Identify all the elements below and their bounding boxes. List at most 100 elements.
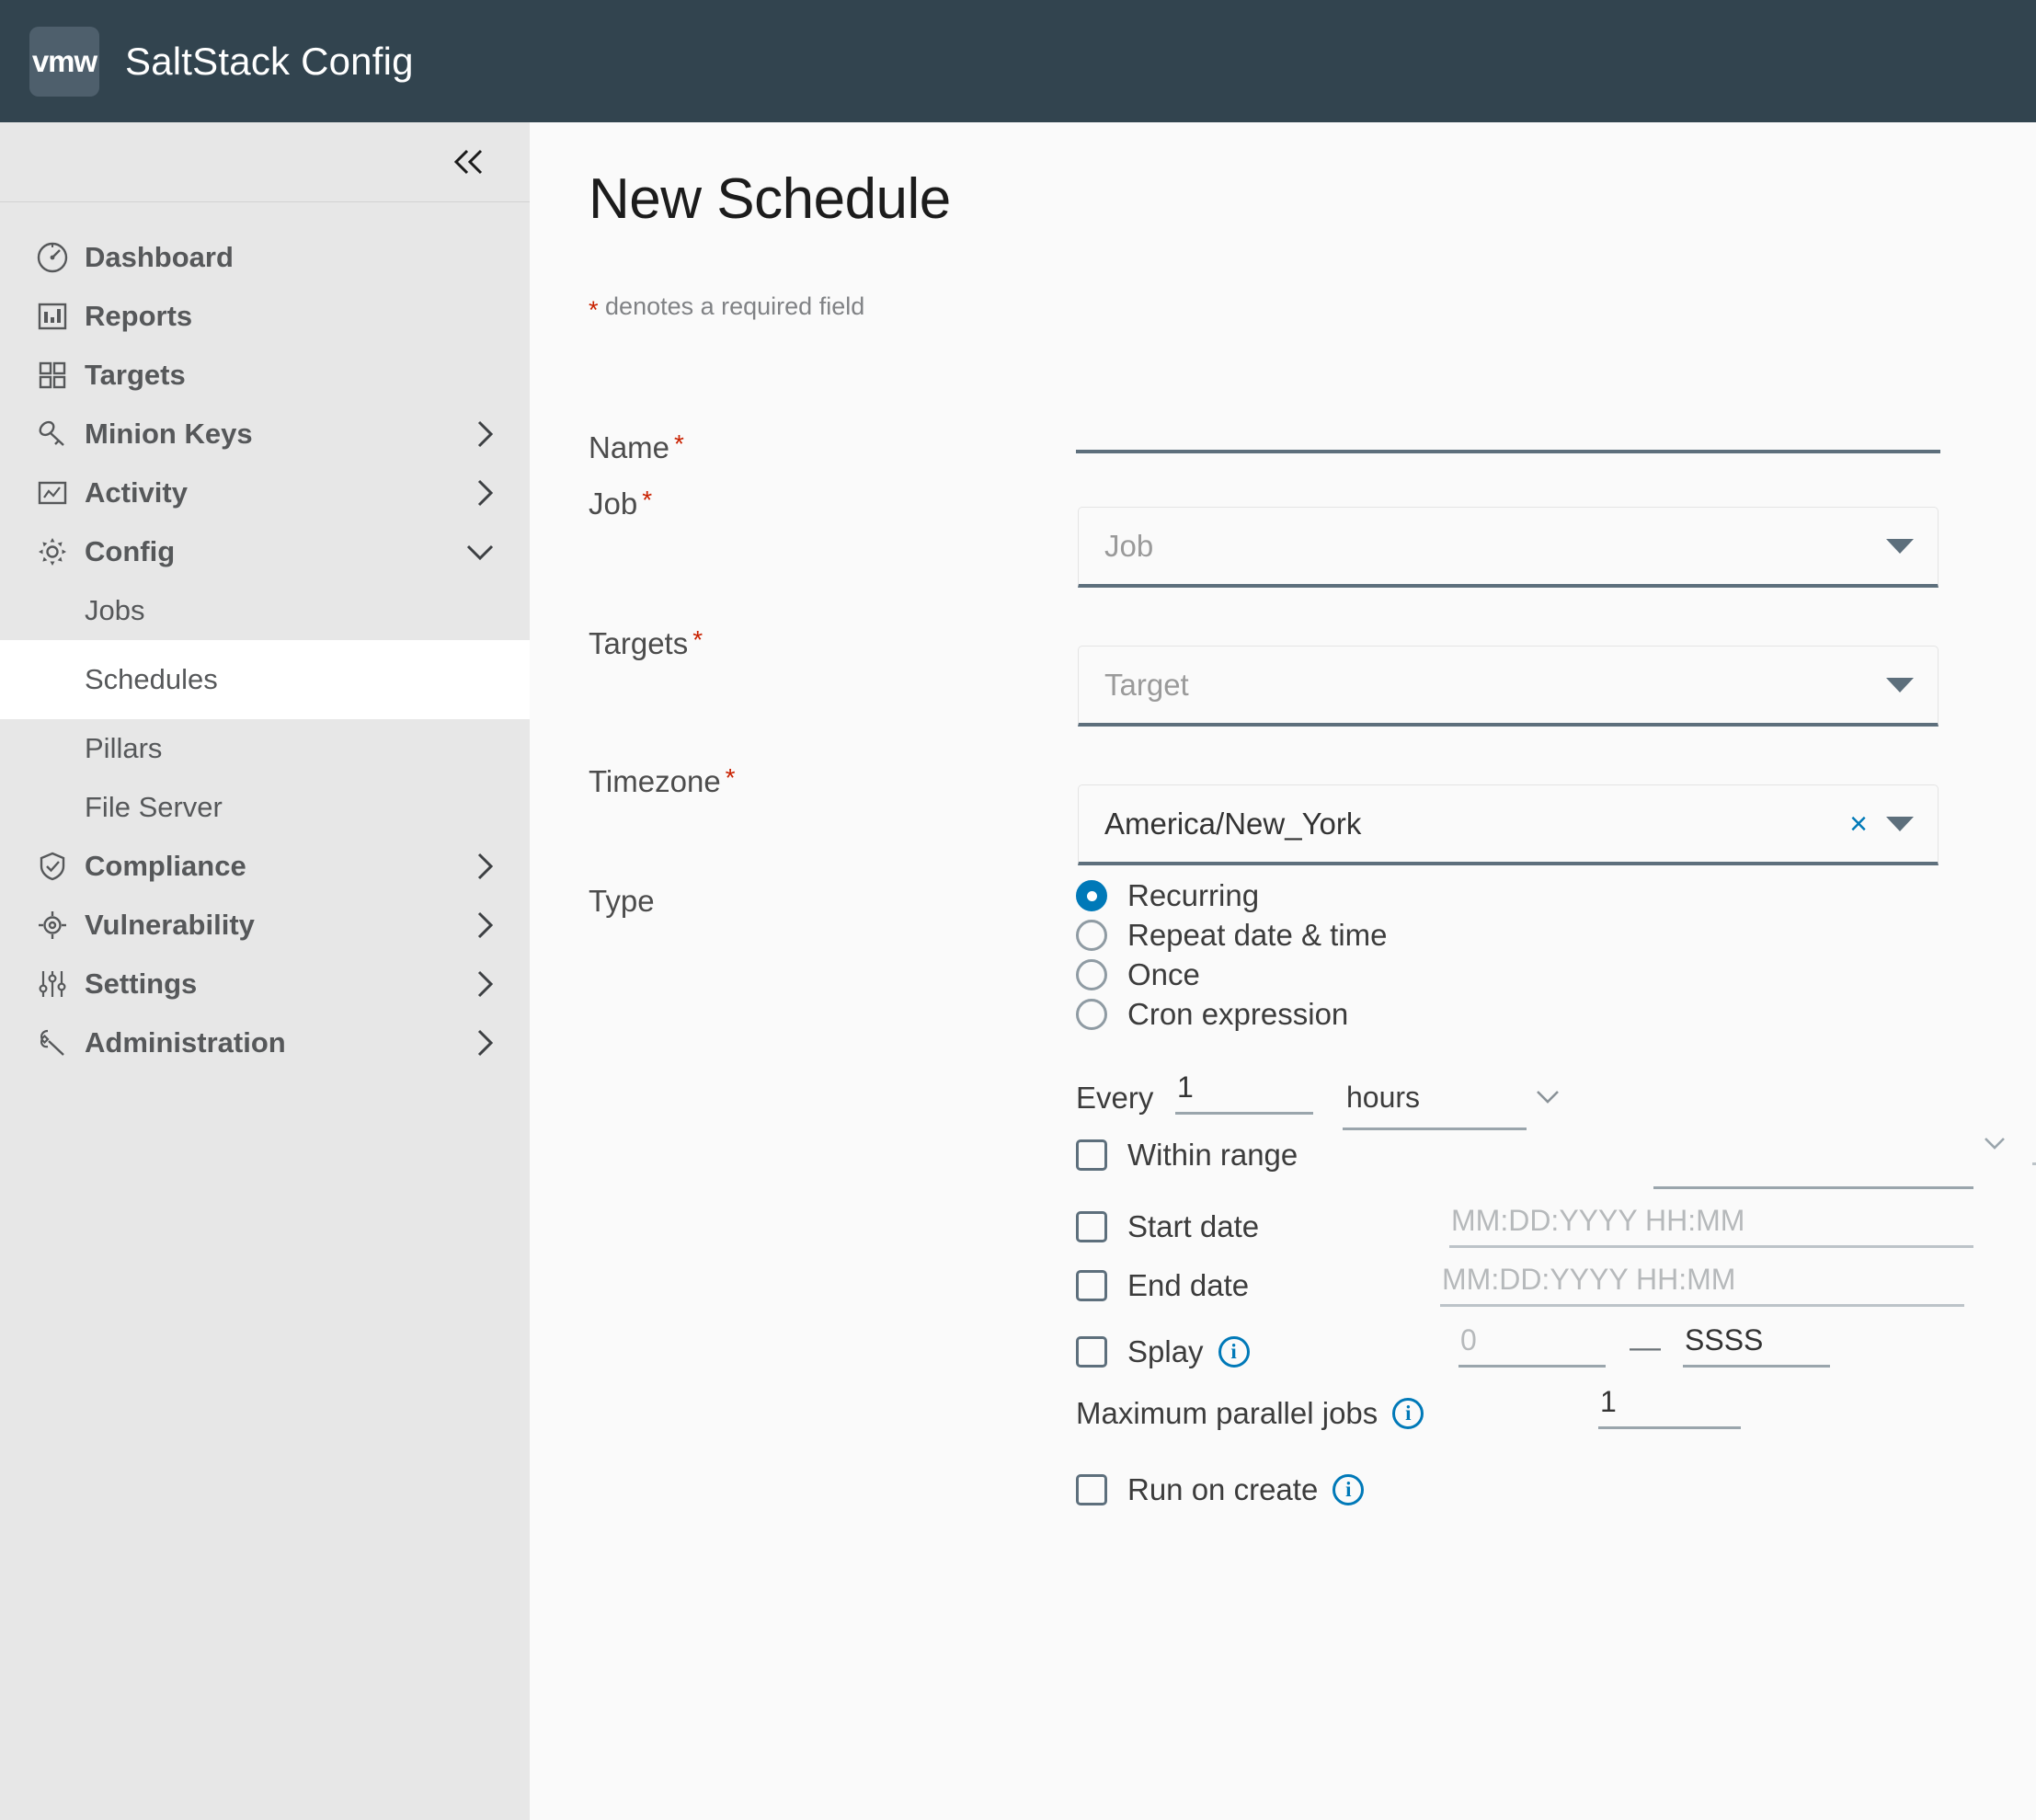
main-content: New Schedule * denotes a required field … [530,122,2036,1820]
name-input[interactable] [1076,398,1940,453]
sidebar-item-reports[interactable]: Reports [0,287,530,346]
splay-separator: — [1630,1330,1661,1365]
sidebar-item-label: Activity [85,476,188,509]
timezone-select[interactable]: America/New_York × [1078,784,1939,865]
end-date-checkbox-row[interactable]: End date [1076,1268,1249,1303]
run-on-create-row[interactable]: Run on create i [1076,1472,1365,1507]
start-date-checkbox[interactable] [1076,1211,1107,1242]
job-label: Job * [589,486,652,521]
sidebar-item-pillars[interactable]: Pillars [0,719,530,778]
every-value-input[interactable] [1175,1070,1313,1115]
start-date-label: Start date [1127,1209,1260,1243]
splay-to-input[interactable] [1683,1322,1830,1368]
sidebar-item-compliance[interactable]: Compliance [0,837,530,896]
job-label-text: Job [589,486,638,521]
start-date-input[interactable] [1449,1203,1973,1248]
targets-select-value: Target [1104,667,1189,702]
within-range-checkbox[interactable] [1076,1139,1107,1171]
clear-icon[interactable]: × [1849,808,1868,840]
max-parallel-jobs-input[interactable] [1598,1384,1741,1429]
job-select-actions [1886,538,1914,554]
required-asterisk: * [692,625,703,654]
splay-checkbox[interactable] [1076,1336,1107,1368]
timezone-select-value: America/New_York [1104,806,1362,841]
chevron-down-icon[interactable] [1979,1125,2010,1162]
radio-label: Repeat date & time [1127,918,1388,952]
start-date-checkbox-row[interactable]: Start date [1076,1209,1259,1244]
sidebar-item-label: Vulnerability [85,909,255,941]
job-select[interactable]: Job [1078,507,1939,588]
run-on-create-label: Run on create [1127,1472,1319,1506]
every-unit-value: hours [1346,1081,1421,1114]
chevron-down-icon[interactable] [1886,538,1914,554]
sidebar-item-targets[interactable]: Targets [0,346,530,405]
info-icon[interactable]: i [1218,1336,1250,1368]
info-icon[interactable]: i [1392,1398,1424,1429]
timezone-label-text: Timezone [589,764,721,798]
type-label: Type [589,884,655,918]
sidebar-item-jobs[interactable]: Jobs [0,581,530,640]
run-on-create-checkbox[interactable] [1076,1474,1107,1505]
sidebar-item-label: Administration [85,1026,286,1059]
sidebar-item-dashboard[interactable]: Dashboard [0,228,530,287]
sidebar-item-administration[interactable]: Administration [0,1013,530,1072]
chevron-right-icon [473,909,497,942]
chevron-right-icon [473,476,497,509]
timezone-label: Timezone * [589,763,736,799]
radio-cron-expression[interactable]: Cron expression [1076,997,1348,1032]
radio-label: Cron expression [1127,997,1349,1031]
chevron-down-icon[interactable] [1886,677,1914,693]
reports-chart-icon [33,297,72,336]
vmware-logo: vmw [29,26,99,97]
splay-from-input[interactable] [1458,1322,1606,1368]
radio-label: Recurring [1127,878,1260,912]
radio-once[interactable]: Once [1076,957,1200,992]
chevron-right-icon [473,850,497,883]
sidebar-nav-list: Dashboard Reports Targets Minion Keys Ac… [0,202,530,1072]
sidebar-item-minion-keys[interactable]: Minion Keys [0,405,530,464]
crosshair-icon [33,906,72,944]
radio-indicator [1076,959,1107,990]
end-date-input[interactable] [1440,1262,1964,1307]
name-label: Name * [589,429,684,465]
chevron-right-icon [473,418,497,451]
chevron-down-icon[interactable] [1532,1081,1563,1112]
targets-label-text: Targets [589,626,689,660]
within-range-label: Within range [1127,1138,1298,1172]
required-asterisk: * [589,296,599,324]
sidebar-item-activity[interactable]: Activity [0,464,530,522]
collapse-sidebar-button[interactable] [447,139,493,185]
end-date-checkbox[interactable] [1076,1270,1107,1301]
sidebar-item-label: Targets [85,359,186,391]
key-icon [33,415,72,453]
sidebar-item-vulnerability[interactable]: Vulnerability [0,896,530,955]
sidebar-item-schedules[interactable]: Schedules [0,640,530,719]
name-label-text: Name [589,430,670,464]
timezone-select-actions: × [1849,808,1914,840]
activity-graph-icon [33,474,72,512]
vmware-logo-text: vmw [31,43,97,78]
sidebar-item-label: Dashboard [85,241,234,273]
gear-icon [33,532,72,571]
chevron-down-icon[interactable] [1886,816,1914,831]
sidebar-subitem-label: Jobs [85,594,145,626]
targets-label: Targets * [589,625,703,661]
radio-label: Once [1127,957,1200,991]
sidebar-item-settings[interactable]: Settings [0,955,530,1013]
sidebar-item-config[interactable]: Config [0,522,530,581]
radio-repeat-date-time[interactable]: Repeat date & time [1076,918,1388,953]
targets-select[interactable]: Target [1078,646,1939,727]
within-range-checkbox-row[interactable]: Within range [1076,1138,1298,1173]
sidebar-item-label: Minion Keys [85,418,253,450]
chevron-down-icon [463,540,497,564]
within-range-from-input[interactable] [2032,1120,2036,1165]
sidebar: Dashboard Reports Targets Minion Keys Ac… [0,122,530,1820]
radio-indicator [1076,880,1107,911]
radio-recurring[interactable]: Recurring [1076,878,1259,913]
splay-checkbox-row[interactable]: Splay i [1076,1334,1250,1369]
sidebar-item-file-server[interactable]: File Server [0,778,530,837]
info-icon[interactable]: i [1333,1474,1365,1505]
max-parallel-jobs-row: Maximum parallel jobs i [1076,1396,1424,1431]
required-note-text: denotes a required field [605,292,865,320]
chevron-right-icon [473,1026,497,1059]
